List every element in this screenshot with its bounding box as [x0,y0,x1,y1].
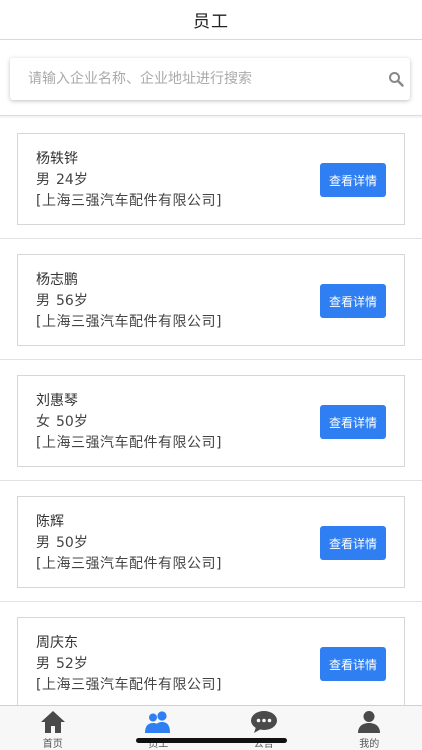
tab-announcements[interactable]: 公告 [211,706,317,750]
employee-meta: 女 50岁 [36,411,88,431]
chat-bubble-icon [250,711,277,733]
employee-list: 杨轶铧 男 24岁 [上海三强汽车配件有限公司] 查看详情 杨志鹏 男 56岁 [上… [0,118,422,723]
employee-company: [上海三强汽车配件有限公司] [36,193,222,209]
employee-card[interactable]: 杨轶铧 男 24岁 [上海三强汽车配件有限公司] 查看详情 [17,133,405,225]
employee-company: [上海三强汽车配件有限公司] [36,314,222,330]
employee-name: 杨志鹏 [36,272,78,288]
employee-gender: 男 [36,535,50,551]
top-bar: 员工 [0,0,422,40]
search-icon[interactable] [388,71,404,87]
view-details-button[interactable]: 查看详情 [320,284,386,318]
employee-meta: 男 24岁 [36,169,88,189]
user-icon [358,711,381,733]
employee-gender: 男 [36,172,50,188]
employee-company: [上海三强汽车配件有限公司] [36,435,222,451]
search-box[interactable] [10,58,410,100]
employee-meta: 男 52岁 [36,653,88,673]
list-item: 杨轶铧 男 24岁 [上海三强汽车配件有限公司] 查看详情 [0,118,422,239]
view-details-button[interactable]: 查看详情 [320,647,386,681]
employee-card[interactable]: 杨志鹏 男 56岁 [上海三强汽车配件有限公司] 查看详情 [17,254,405,346]
view-details-button[interactable]: 查看详情 [320,405,386,439]
employee-name: 陈辉 [36,514,64,530]
employee-name: 周庆东 [36,635,78,651]
employee-gender: 男 [36,656,50,672]
view-details-button[interactable]: 查看详情 [320,163,386,197]
employee-meta: 男 50岁 [36,532,88,552]
employee-name: 刘惠琴 [36,393,78,409]
search-input[interactable] [10,59,370,99]
home-icon [40,711,65,733]
employee-age: 24岁 [56,172,88,188]
employee-company: [上海三强汽车配件有限公司] [36,677,222,693]
employee-age: 52岁 [56,656,88,672]
tab-home[interactable]: 首页 [0,706,106,750]
employee-card[interactable]: 刘惠琴 女 50岁 [上海三强汽车配件有限公司] 查看详情 [17,375,405,467]
tab-employees[interactable]: 员工 [106,706,212,750]
employee-age: 50岁 [56,414,88,430]
employees-icon [145,711,171,733]
home-indicator [136,738,287,743]
employee-card[interactable]: 周庆东 男 52岁 [上海三强汽车配件有限公司] 查看详情 [17,617,405,709]
view-details-button[interactable]: 查看详情 [320,526,386,560]
tab-home-label: 首页 [42,739,63,750]
page-title: 员工 [193,12,229,32]
bottom-tab-bar: 首页 员工 公告 我的 [0,705,422,750]
employee-company: [上海三强汽车配件有限公司] [36,556,222,572]
employee-gender: 女 [36,414,50,430]
employee-gender: 男 [36,293,50,309]
list-item: 杨志鹏 男 56岁 [上海三强汽车配件有限公司] 查看详情 [0,239,422,360]
employee-age: 50岁 [56,535,88,551]
employee-meta: 男 56岁 [36,290,88,310]
employee-age: 56岁 [56,293,88,309]
list-item: 刘惠琴 女 50岁 [上海三强汽车配件有限公司] 查看详情 [0,360,422,481]
search-section [0,40,422,116]
tab-profile-label: 我的 [359,739,380,750]
employee-card[interactable]: 陈辉 男 50岁 [上海三强汽车配件有限公司] 查看详情 [17,496,405,588]
list-item: 陈辉 男 50岁 [上海三强汽车配件有限公司] 查看详情 [0,481,422,602]
employee-name: 杨轶铧 [36,151,78,167]
tab-profile[interactable]: 我的 [317,706,422,750]
